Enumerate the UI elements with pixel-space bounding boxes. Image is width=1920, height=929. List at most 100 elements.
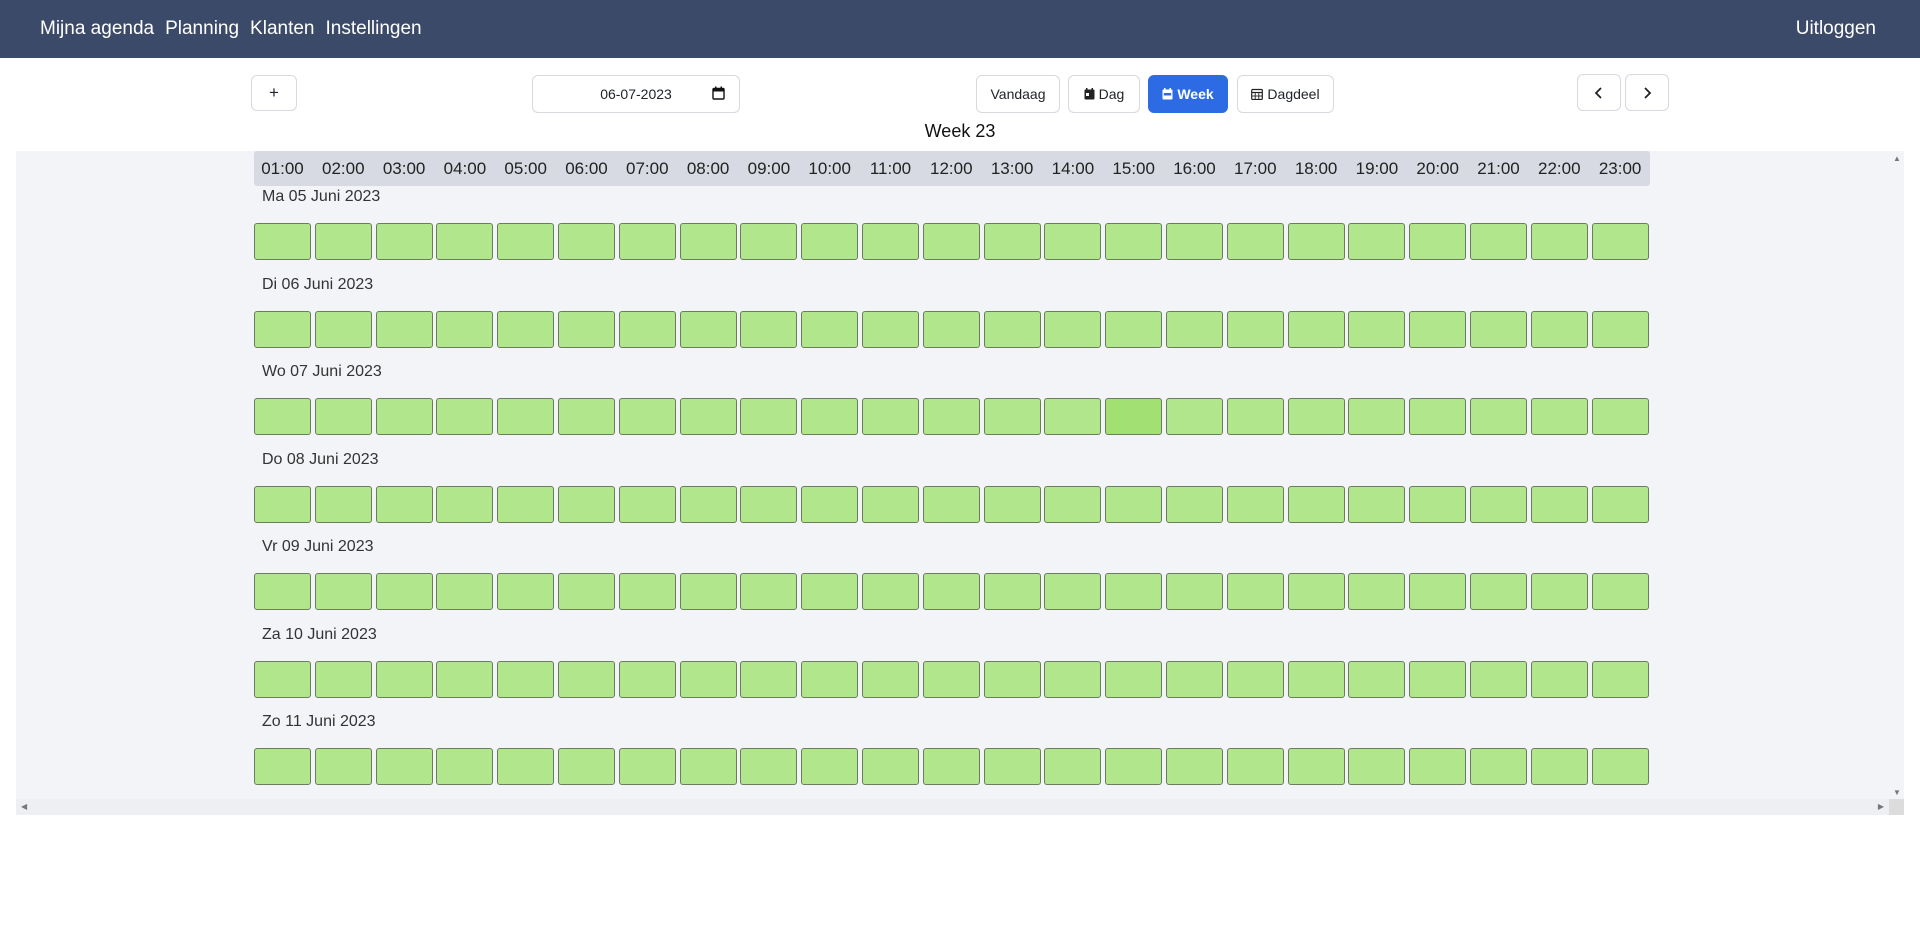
vertical-scrollbar[interactable]: ▲ ▼: [1889, 151, 1904, 799]
time-slot[interactable]: [1226, 748, 1284, 785]
time-slot[interactable]: [375, 660, 433, 698]
time-slot[interactable]: [436, 748, 494, 785]
time-slot[interactable]: [618, 573, 676, 610]
time-slot[interactable]: [314, 573, 372, 610]
time-slot[interactable]: [1166, 310, 1223, 348]
time-slot[interactable]: [1530, 223, 1588, 260]
time-slot[interactable]: [558, 485, 615, 523]
time-slot[interactable]: [254, 485, 311, 523]
add-appointment-button[interactable]: +: [251, 75, 297, 111]
time-slot[interactable]: [618, 223, 676, 260]
time-slot[interactable]: [497, 223, 555, 260]
time-slot[interactable]: [558, 223, 615, 260]
time-slot[interactable]: [314, 485, 372, 523]
time-slot[interactable]: [679, 398, 737, 435]
time-slot[interactable]: [1470, 398, 1527, 435]
time-slot[interactable]: [1105, 398, 1163, 435]
logout-link[interactable]: Uitloggen: [1796, 18, 1876, 39]
time-slot[interactable]: [1287, 398, 1345, 435]
time-slot[interactable]: [1166, 660, 1223, 698]
time-slot[interactable]: [740, 748, 798, 785]
time-slot[interactable]: [1470, 310, 1527, 348]
nav-instellingen[interactable]: Instellingen: [326, 0, 422, 58]
time-slot[interactable]: [1470, 223, 1527, 260]
time-slot[interactable]: [1530, 485, 1588, 523]
time-slot[interactable]: [983, 398, 1041, 435]
time-slot[interactable]: [497, 398, 555, 435]
time-slot[interactable]: [1409, 660, 1467, 698]
time-slot[interactable]: [375, 485, 433, 523]
time-slot[interactable]: [254, 573, 311, 610]
time-slot[interactable]: [1226, 660, 1284, 698]
scroll-up-icon[interactable]: ▲: [1893, 155, 1901, 163]
time-slot[interactable]: [740, 398, 798, 435]
time-slot[interactable]: [254, 310, 311, 348]
time-slot[interactable]: [497, 310, 555, 348]
time-slot[interactable]: [1287, 310, 1345, 348]
time-slot[interactable]: [497, 660, 555, 698]
time-slot[interactable]: [1409, 398, 1467, 435]
time-slot[interactable]: [254, 748, 311, 785]
week-view-button[interactable]: Week: [1148, 75, 1228, 113]
time-slot[interactable]: [497, 573, 555, 610]
time-slot[interactable]: [862, 660, 919, 698]
time-slot[interactable]: [983, 660, 1041, 698]
time-slot[interactable]: [1591, 310, 1649, 348]
time-slot[interactable]: [1044, 310, 1102, 348]
time-slot[interactable]: [558, 748, 615, 785]
time-slot[interactable]: [1470, 660, 1527, 698]
time-slot[interactable]: [922, 485, 980, 523]
day-view-button[interactable]: Dag: [1068, 75, 1140, 113]
time-slot[interactable]: [1226, 573, 1284, 610]
time-slot[interactable]: [801, 485, 859, 523]
time-slot[interactable]: [679, 223, 737, 260]
scroll-right-icon[interactable]: ▶: [1878, 803, 1884, 811]
time-slot[interactable]: [1591, 398, 1649, 435]
time-slot[interactable]: [922, 573, 980, 610]
time-slot[interactable]: [1105, 748, 1163, 785]
time-slot[interactable]: [1044, 223, 1102, 260]
horizontal-scrollbar[interactable]: ◀ ▶: [16, 799, 1889, 815]
time-slot[interactable]: [922, 660, 980, 698]
time-slot[interactable]: [558, 310, 615, 348]
time-slot[interactable]: [314, 310, 372, 348]
time-slot[interactable]: [922, 310, 980, 348]
time-slot[interactable]: [862, 223, 919, 260]
time-slot[interactable]: [1105, 223, 1163, 260]
time-slot[interactable]: [1287, 223, 1345, 260]
time-slot[interactable]: [922, 748, 980, 785]
scroll-down-icon[interactable]: ▼: [1893, 789, 1901, 797]
nav-mijna-agenda[interactable]: Mijna agenda: [40, 0, 154, 58]
time-slot[interactable]: [740, 310, 798, 348]
time-slot[interactable]: [618, 660, 676, 698]
time-slot[interactable]: [618, 310, 676, 348]
time-slot[interactable]: [1470, 748, 1527, 785]
time-slot[interactable]: [1348, 573, 1406, 610]
time-slot[interactable]: [254, 398, 311, 435]
time-slot[interactable]: [1105, 310, 1163, 348]
time-slot[interactable]: [679, 748, 737, 785]
time-slot[interactable]: [1348, 398, 1406, 435]
time-slot[interactable]: [1470, 573, 1527, 610]
time-slot[interactable]: [558, 573, 615, 610]
time-slot[interactable]: [436, 573, 494, 610]
time-slot[interactable]: [1409, 223, 1467, 260]
time-slot[interactable]: [436, 223, 494, 260]
time-slot[interactable]: [801, 573, 859, 610]
today-button[interactable]: Vandaag: [976, 75, 1060, 113]
time-slot[interactable]: [740, 573, 798, 610]
time-slot[interactable]: [1409, 485, 1467, 523]
time-slot[interactable]: [1287, 748, 1345, 785]
time-slot[interactable]: [1348, 485, 1406, 523]
time-slot[interactable]: [679, 485, 737, 523]
time-slot[interactable]: [314, 223, 372, 260]
time-slot[interactable]: [1166, 573, 1223, 610]
time-slot[interactable]: [983, 310, 1041, 348]
time-slot[interactable]: [375, 310, 433, 348]
time-slot[interactable]: [1591, 485, 1649, 523]
time-slot[interactable]: [922, 398, 980, 435]
time-slot[interactable]: [1530, 398, 1588, 435]
time-slot[interactable]: [740, 223, 798, 260]
time-slot[interactable]: [1591, 660, 1649, 698]
time-slot[interactable]: [1409, 310, 1467, 348]
